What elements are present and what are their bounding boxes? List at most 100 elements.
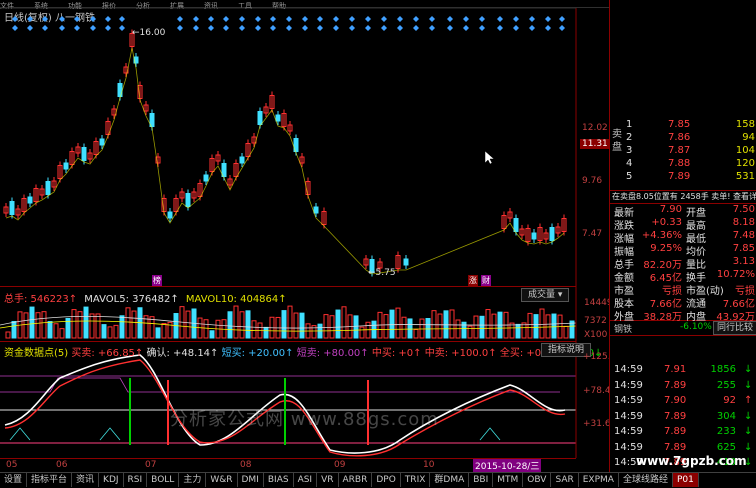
time-axis-label: 07 bbox=[145, 460, 157, 470]
indicator-tab[interactable]: P01 bbox=[672, 473, 699, 487]
indicator-tab[interactable]: MTM bbox=[493, 473, 524, 487]
level-price: 7.87 bbox=[668, 145, 691, 156]
sector-name[interactable]: 钢铁 bbox=[614, 322, 632, 335]
signal-diamond-icon bbox=[208, 16, 214, 22]
signal-diamond-icon bbox=[193, 25, 199, 31]
level-volume: 94 bbox=[742, 132, 755, 143]
indicator-tab[interactable]: BOLL bbox=[147, 473, 180, 487]
indicator-tab[interactable]: TRIX bbox=[401, 473, 431, 487]
signal-diamond-icon bbox=[513, 16, 519, 22]
signal-diamond-icon bbox=[529, 25, 535, 31]
main-chart[interactable] bbox=[0, 0, 609, 472]
indicator-value-short-sell: 短卖: +80.00↑ bbox=[296, 348, 369, 359]
volume-bar bbox=[209, 330, 215, 339]
candle-body bbox=[185, 193, 191, 207]
indicator-tab[interactable]: ASI bbox=[294, 473, 318, 487]
indicator-tab[interactable]: SAR bbox=[551, 473, 579, 487]
volume-bar bbox=[161, 323, 167, 339]
volume-bar bbox=[335, 309, 341, 339]
signal-diamond-icon bbox=[105, 25, 111, 31]
event-marker[interactable]: 涨 bbox=[468, 275, 478, 286]
sell-level-row[interactable]: 5 7.89 531 bbox=[610, 171, 756, 184]
tick-price: 7.89 bbox=[664, 410, 687, 422]
sector-change: -6.10% bbox=[680, 322, 712, 332]
low-mark-value: 5.75 bbox=[375, 268, 396, 278]
indicator-tab[interactable]: 主力 bbox=[179, 473, 207, 487]
quote-stat-row: 股本 7.66亿 流通 7.66亿 bbox=[610, 295, 756, 310]
indicator-tab[interactable]: 群DMA bbox=[430, 473, 470, 487]
tick-volume: 1856 bbox=[710, 364, 736, 375]
volume-bar bbox=[395, 307, 401, 339]
signal-diamond-icon bbox=[12, 16, 18, 22]
signal-diamond-icon bbox=[333, 25, 339, 31]
tick-price: 7.89 bbox=[664, 379, 687, 391]
indicator-tab[interactable]: KDJ bbox=[99, 473, 124, 487]
signal-diamond-icon bbox=[365, 16, 371, 22]
peer-compare-button[interactable]: 同行比较 bbox=[713, 321, 756, 335]
indicator-tab[interactable]: EXPMA bbox=[579, 473, 619, 487]
indicator-tab[interactable]: DPO bbox=[372, 473, 401, 487]
indicator-tab[interactable]: BBI bbox=[469, 473, 494, 487]
indicator-tab[interactable]: W&R bbox=[206, 473, 238, 487]
sell-level-row[interactable]: 4 7.88 120 bbox=[610, 158, 756, 171]
indicator-tab[interactable]: ARBR bbox=[339, 473, 373, 487]
signal-diamond-icon bbox=[270, 16, 276, 22]
indicator-tab[interactable]: 全球线路经 bbox=[619, 473, 673, 487]
signal-diamond-icon bbox=[479, 16, 485, 22]
volume-bar bbox=[95, 313, 101, 339]
indicator-step-line bbox=[0, 377, 560, 393]
tick-direction-icon: ↓ bbox=[744, 441, 753, 453]
signal-diamond-icon bbox=[479, 25, 485, 31]
tick-time: 14:59 bbox=[614, 410, 643, 422]
indicator-tab[interactable]: BIAS bbox=[264, 473, 294, 487]
tick-direction-icon: ↑ bbox=[744, 395, 753, 406]
indicator-tab[interactable]: DMI bbox=[238, 473, 264, 487]
signal-diamond-icon bbox=[105, 16, 111, 22]
sell-level-row[interactable]: 2 7.86 94 bbox=[610, 132, 756, 145]
volume-bar bbox=[83, 306, 89, 339]
candle-body bbox=[257, 111, 263, 125]
order-info-line[interactable]: 在卖盘8.05位置有 2458手 卖单! 查看详细 bbox=[612, 191, 756, 202]
stat-value: 8.18 bbox=[732, 217, 755, 228]
volume-bar bbox=[77, 311, 83, 339]
volume-bar bbox=[449, 309, 455, 339]
level-number: 4 bbox=[626, 158, 633, 169]
price-axis-label: 9.76 bbox=[582, 176, 603, 186]
signal-diamond-icon bbox=[286, 25, 292, 31]
indicator-tab[interactable]: 设置 bbox=[0, 473, 28, 487]
tick-time: 14:59 bbox=[614, 426, 643, 437]
quote-stat-row: 金额 6.45亿 换手 10.72% bbox=[610, 269, 756, 284]
quote-stat-row: 总手 82.20万 量比 3.13 bbox=[610, 256, 756, 271]
sell-level-row[interactable]: 3 7.87 104 bbox=[610, 145, 756, 158]
indicator-tab[interactable]: VR bbox=[317, 473, 339, 487]
volume-bar bbox=[23, 312, 29, 339]
sell-level-row[interactable]: 1 7.85 158 bbox=[610, 119, 756, 132]
volume-indicator-button[interactable]: 成交量 ▾ bbox=[521, 288, 570, 302]
tick-price: 7.89 bbox=[664, 426, 687, 437]
indicator-tab[interactable]: OBV bbox=[523, 473, 552, 487]
volume-bar bbox=[359, 326, 365, 339]
tick-row: 14:59 7.89 233 ↓ bbox=[610, 426, 756, 439]
tick-row: 14:59 7.91 1856 ↓ bbox=[610, 364, 756, 377]
signal-diamond-icon bbox=[27, 25, 33, 31]
volume-bar bbox=[227, 311, 233, 339]
signal-diamond-icon bbox=[463, 25, 469, 31]
indicator-value-buysell: 买卖: +66.85↑ bbox=[71, 348, 144, 359]
event-marker[interactable]: 财 bbox=[481, 275, 491, 286]
signal-diamond-icon bbox=[74, 16, 80, 22]
price-axis-label: 7.47 bbox=[582, 229, 603, 239]
stat-key: 外盘 bbox=[614, 312, 634, 323]
candle-body bbox=[99, 138, 105, 146]
low-mark: ←5.75 bbox=[368, 268, 396, 278]
indicator-tab[interactable]: RSI bbox=[124, 473, 148, 487]
indicator-tab[interactable]: 资讯 bbox=[72, 473, 100, 487]
level-volume: 531 bbox=[735, 171, 755, 182]
signal-diamond-icon bbox=[349, 25, 355, 31]
volume-bar bbox=[203, 319, 209, 339]
volume-bar bbox=[71, 309, 77, 339]
indicator-tab[interactable]: 指标平台 bbox=[27, 473, 73, 487]
signal-diamond-icon bbox=[177, 25, 183, 31]
event-marker[interactable]: 榜 bbox=[152, 275, 162, 286]
signal-diamond-icon bbox=[429, 16, 435, 22]
signal-diamond-icon bbox=[59, 16, 65, 22]
